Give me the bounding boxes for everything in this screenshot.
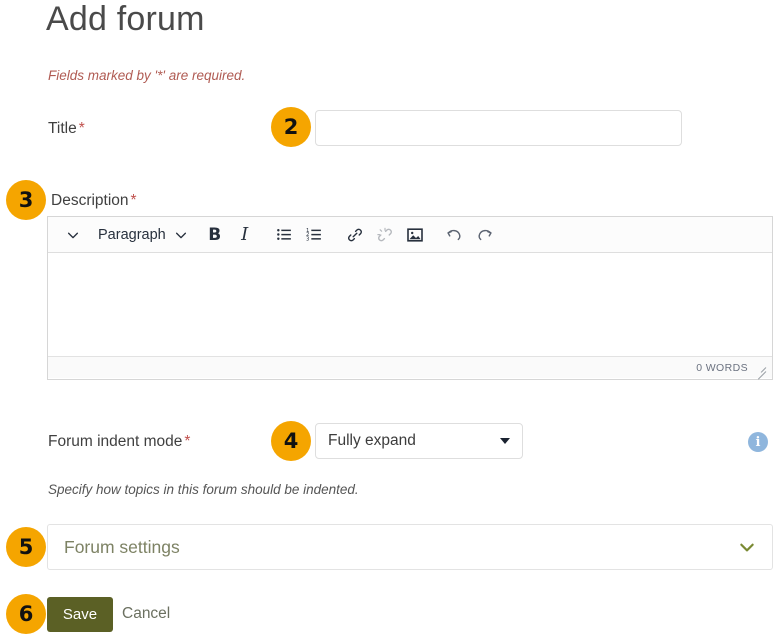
chevron-down-icon (500, 438, 510, 444)
description-editor: Paragraph B I 1 2 3 (47, 216, 773, 380)
cancel-button[interactable]: Cancel (122, 605, 170, 623)
info-icon[interactable]: i (748, 432, 768, 452)
svg-text:3: 3 (306, 236, 309, 242)
step-badge-5: 5 (6, 527, 46, 567)
indent-mode-select[interactable]: Fully expand (315, 423, 523, 459)
page-title: Add forum (46, 0, 205, 42)
chevron-down-icon (174, 228, 188, 242)
step-badge-2: 2 (271, 107, 311, 147)
description-required-marker: * (131, 192, 137, 209)
italic-icon[interactable]: I (230, 221, 260, 249)
description-editor-body[interactable] (48, 253, 772, 356)
save-button[interactable]: Save (47, 597, 113, 632)
title-label: Title* (48, 120, 85, 138)
indent-mode-selected-value: Fully expand (328, 432, 416, 450)
step-badge-3: 3 (6, 180, 46, 220)
editor-status-bar: 0 WORDS (48, 356, 772, 378)
image-icon[interactable] (400, 221, 430, 249)
indent-mode-help-text: Specify how topics in this forum should … (48, 482, 359, 497)
title-label-text: Title (48, 120, 77, 137)
required-fields-note: Fields marked by '*' are required. (48, 68, 245, 83)
step-badge-4: 4 (271, 421, 311, 461)
undo-icon[interactable] (440, 221, 470, 249)
title-input[interactable] (315, 110, 682, 146)
indent-mode-label-text: Forum indent mode (48, 433, 182, 450)
description-label-text: Description (51, 192, 129, 209)
link-icon[interactable] (340, 221, 370, 249)
paragraph-style-label: Paragraph (94, 227, 174, 243)
description-label: Description* (51, 192, 137, 210)
add-forum-form: Add forum Fields marked by '*' are requi… (0, 0, 780, 640)
step-badge-6: 6 (6, 594, 46, 634)
bullet-list-icon[interactable] (270, 221, 300, 249)
chevron-down-icon (738, 538, 756, 556)
word-count-label: 0 WORDS (696, 362, 748, 374)
unlink-icon (370, 221, 400, 249)
paragraph-style-dropdown[interactable]: Paragraph (94, 221, 188, 249)
redo-icon[interactable] (470, 221, 500, 249)
chevron-down-icon[interactable] (58, 221, 88, 249)
title-required-marker: * (79, 120, 85, 137)
indent-mode-required-marker: * (184, 433, 190, 450)
indent-mode-label: Forum indent mode* (48, 433, 190, 451)
numbered-list-icon[interactable]: 1 2 3 (300, 221, 330, 249)
editor-toolbar: Paragraph B I 1 2 3 (48, 217, 772, 253)
bold-icon[interactable]: B (200, 221, 230, 249)
forum-settings-collapse[interactable]: Forum settings (47, 524, 773, 570)
forum-settings-title: Forum settings (64, 537, 180, 558)
editor-resize-handle[interactable] (754, 362, 766, 374)
